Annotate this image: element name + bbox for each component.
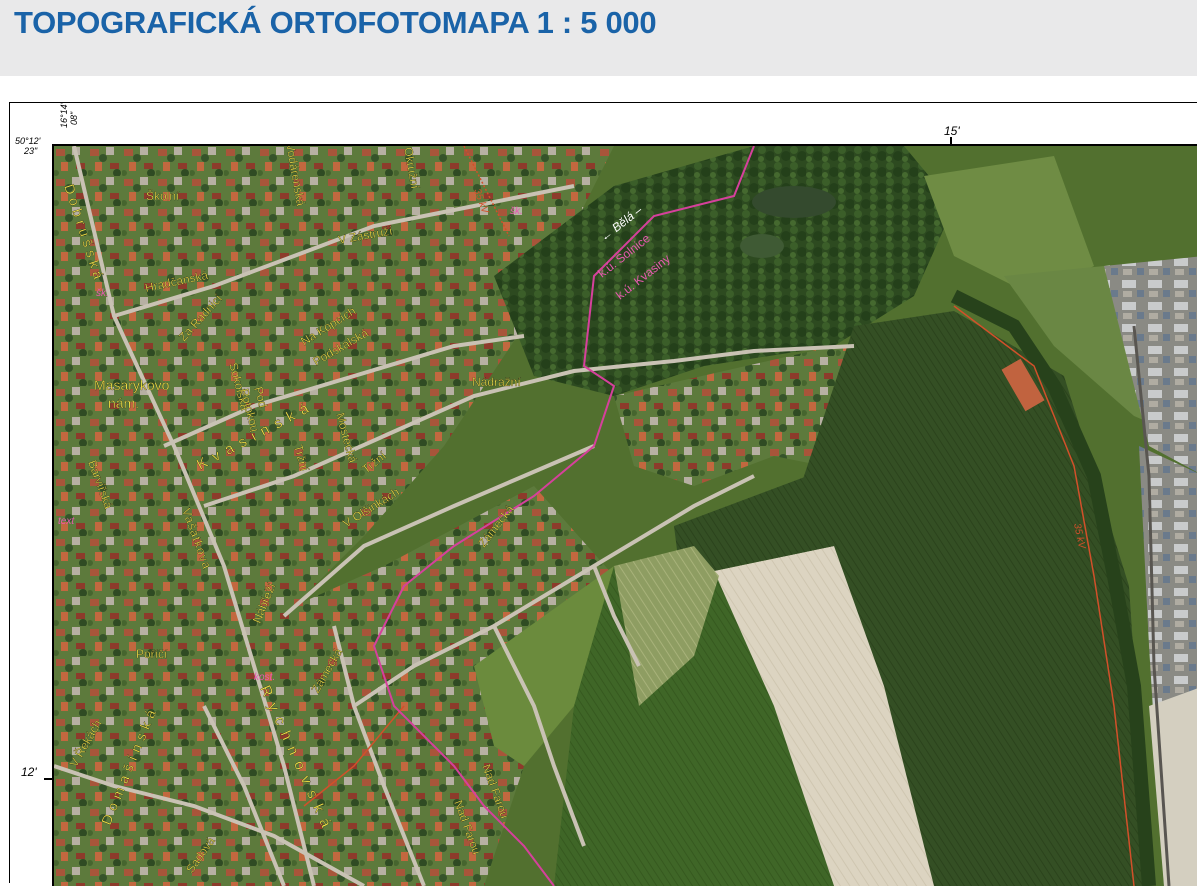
street-skolni: Školní [146,188,180,203]
text-label: text [58,516,75,527]
school-label-1: šk. [96,288,109,299]
lat-tick-mark [44,778,52,780]
orthophoto-map[interactable]: Dobrušská Školní Vodárenská Okružní V Zá… [52,144,1197,886]
street-nadrazni: Nádražní [472,375,521,389]
lat-degree-label: 50°12' [15,136,41,146]
title-bar: TOPOGRAFICKÁ ORTOFOTOMAPA 1 : 5 000 [0,0,1197,76]
lat-tick-label: 12' [21,765,37,779]
street-masarykovo-line2: nám. [108,395,139,411]
pond-small [740,234,784,258]
church-label: kost. [254,672,275,683]
lon-degree-label: 16°14' [59,102,69,128]
lat-seconds-label: 23" [24,146,38,156]
street-masarykovo-line1: Masarykovo [94,377,170,393]
pond [752,186,836,218]
lon-tick-label: 15' [944,124,960,138]
school-label-2: šk. [510,206,523,217]
map-title: TOPOGRAFICKÁ ORTOFOTOMAPA 1 : 5 000 [14,5,657,40]
lon-seconds-label: 08" [69,111,79,125]
orthophoto-canvas: Dobrušská Školní Vodárenská Okružní V Zá… [54,146,1197,886]
street-porici: Poříčí [136,647,168,661]
